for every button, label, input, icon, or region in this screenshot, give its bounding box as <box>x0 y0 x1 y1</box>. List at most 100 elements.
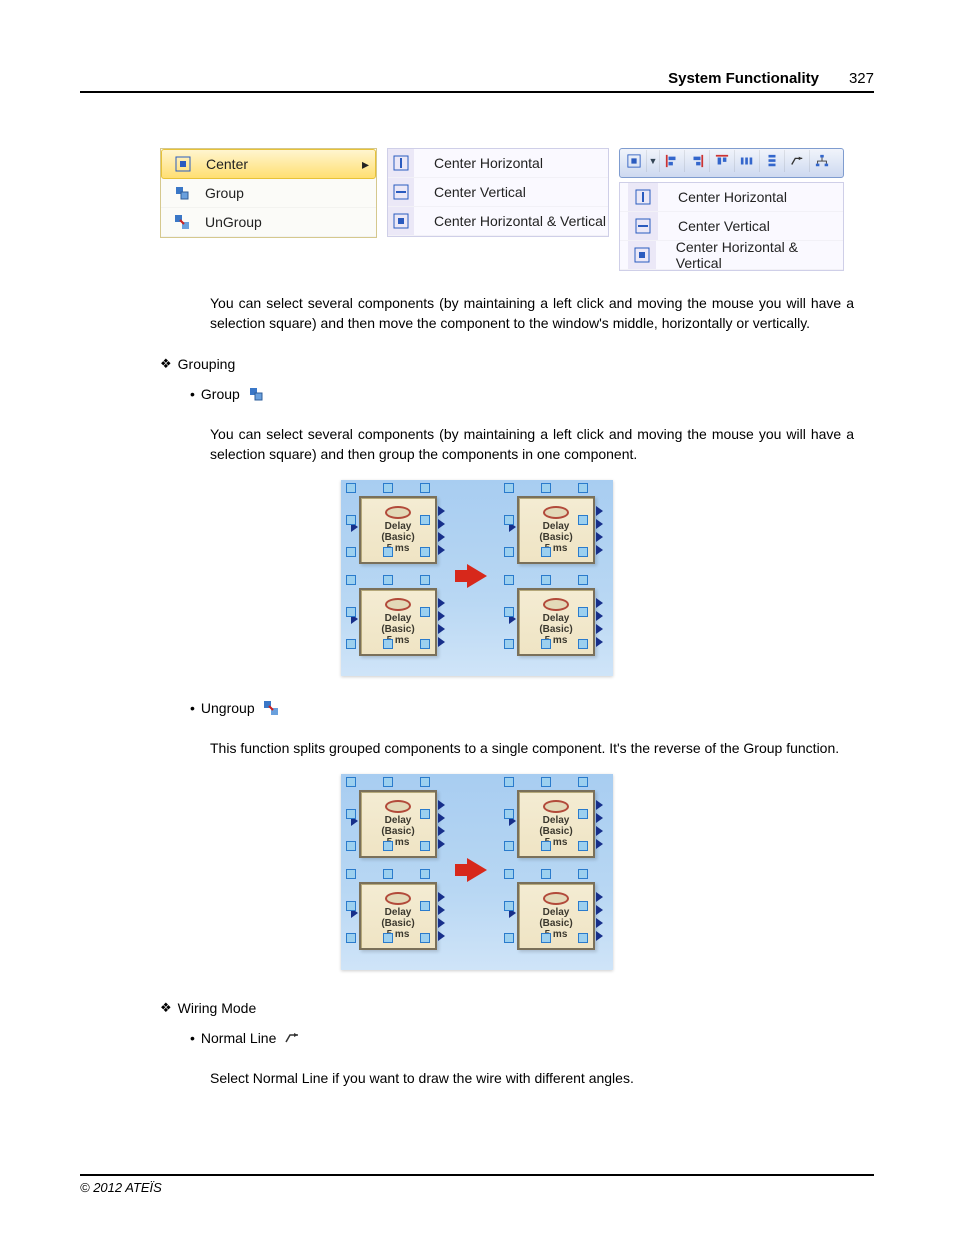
menu-item-ungroup[interactable]: UnGroup <box>161 208 376 237</box>
menu-item-label: Center Horizontal <box>668 189 787 205</box>
diagram-panel: Delay(Basic)5 msDelay(Basic)5 msDelay(Ba… <box>341 774 613 970</box>
node-text: (Basic) <box>381 624 414 635</box>
toolbar-distribute-v-button[interactable] <box>760 150 785 172</box>
menu-item-center[interactable]: Center ▸ <box>161 149 376 179</box>
context-menu-1: Center ▸ Group UnGroup <box>160 148 377 238</box>
menu-item-label: Center Vertical <box>668 218 770 234</box>
node-text: Delay <box>385 815 412 826</box>
menu-item-label: UnGroup <box>205 214 262 230</box>
menu-item-label: Center Horizontal <box>424 155 543 171</box>
menus-row: Center ▸ Group UnGroup <box>80 148 874 271</box>
heading-text: Grouping <box>178 356 236 372</box>
node-text: (Basic) <box>539 624 572 635</box>
menu-item-label: Group <box>205 185 244 201</box>
center-h-icon <box>393 155 409 171</box>
node-text: (Basic) <box>539 918 572 929</box>
node-text: Delay <box>385 521 412 532</box>
page-number: 327 <box>849 70 874 87</box>
context-menu-2: Center Horizontal Center Vertical Center… <box>387 148 609 237</box>
group-icon <box>174 185 190 201</box>
node-text: 5 ms <box>545 929 568 940</box>
node-text: (Basic) <box>539 532 572 543</box>
menu-item-center-vertical[interactable]: Center Vertical <box>620 212 843 241</box>
toolbar-align-top-button[interactable] <box>710 150 735 172</box>
ungroup-description: This function splits grouped components … <box>80 738 874 758</box>
delay-node: Delay(Basic)5 ms <box>517 496 595 564</box>
arrow-right-icon <box>467 564 487 588</box>
ungroup-icon <box>263 700 279 716</box>
page-footer: © 2012 ATEÏS <box>80 1174 874 1195</box>
context-menu-3: Center Horizontal Center Vertical Center… <box>619 182 844 271</box>
ungroup-diagram: Delay(Basic)5 msDelay(Basic)5 msDelay(Ba… <box>80 774 874 970</box>
toolbar-wiring-button[interactable] <box>785 150 810 172</box>
node-text: 5 ms <box>387 543 410 554</box>
center-both-icon <box>393 213 409 229</box>
toolbar-tree-button[interactable] <box>810 150 834 172</box>
group-description: You can select several components (by ma… <box>80 424 874 465</box>
node-text: (Basic) <box>381 826 414 837</box>
center-h-icon <box>635 189 651 205</box>
align-top-icon <box>715 154 729 168</box>
center-both-icon <box>634 247 650 263</box>
menu-item-label: Center Horizontal & Vertical <box>424 213 606 229</box>
node-text: Delay <box>543 521 570 532</box>
node-text: Delay <box>385 907 412 918</box>
bullet-label: Normal Line <box>190 1030 276 1046</box>
normal-line-bullet: Normal Line <box>80 1030 874 1046</box>
wiring-icon <box>790 154 804 168</box>
node-text: (Basic) <box>539 826 572 837</box>
toolbar-center-button[interactable] <box>622 150 647 172</box>
menu-item-center-horizontal[interactable]: Center Horizontal <box>620 183 843 212</box>
delay-node: Delay(Basic)5 ms <box>359 790 437 858</box>
node-text: Delay <box>543 613 570 624</box>
center-v-icon <box>635 218 651 234</box>
menu-item-label: Center Horizontal & Vertical <box>666 239 835 271</box>
node-text: 5 ms <box>545 837 568 848</box>
menu-item-group[interactable]: Group <box>161 179 376 208</box>
delay-node: Delay(Basic)5 ms <box>359 588 437 656</box>
toolbar-dropdown-button[interactable]: ▼ <box>647 150 660 172</box>
grouping-heading: ❖ Grouping <box>80 356 874 372</box>
delay-node: Delay(Basic)5 ms <box>517 790 595 858</box>
node-text: Delay <box>543 815 570 826</box>
wiring-heading: ❖ Wiring Mode <box>80 1000 874 1016</box>
node-text: Delay <box>385 613 412 624</box>
distribute-v-icon <box>765 154 779 168</box>
node-text: 5 ms <box>387 929 410 940</box>
node-text: 5 ms <box>545 543 568 554</box>
header-title: System Functionality <box>668 70 819 87</box>
node-text: (Basic) <box>381 918 414 929</box>
bullet-label: Group <box>190 386 240 402</box>
toolbar-align-right-button[interactable] <box>685 150 710 172</box>
toolbar-and-menu: ▼ Center Horizontal Center Vertical <box>619 148 844 271</box>
ungroup-bullet: Ungroup <box>80 700 874 716</box>
align-left-icon <box>665 154 679 168</box>
normal-line-description: Select Normal Line if you want to draw t… <box>80 1068 874 1088</box>
page: System Functionality 327 Center ▸ Group <box>0 0 954 1235</box>
menu-item-label: Center Vertical <box>424 184 526 200</box>
node-text: 5 ms <box>545 635 568 646</box>
delay-node: Delay(Basic)5 ms <box>359 496 437 564</box>
menu-item-center-vertical[interactable]: Center Vertical <box>388 178 608 207</box>
diagram-panel: Delay(Basic)5 msDelay(Basic)5 msDelay(Ba… <box>341 480 613 676</box>
menu-item-center-both[interactable]: Center Horizontal & Vertical <box>620 241 843 270</box>
chevron-down-icon: ▼ <box>649 156 658 166</box>
toolbar-distribute-h-button[interactable] <box>735 150 760 172</box>
distribute-h-icon <box>740 154 754 168</box>
diamond-bullet-icon: ❖ <box>160 1000 172 1016</box>
group-icon <box>248 386 264 402</box>
alignment-toolbar: ▼ <box>619 148 844 178</box>
group-bullet: Group <box>80 386 874 402</box>
ungroup-icon <box>174 214 190 230</box>
center-both-icon <box>627 154 641 168</box>
node-text: 5 ms <box>387 635 410 646</box>
toolbar-align-left-button[interactable] <box>660 150 685 172</box>
diamond-bullet-icon: ❖ <box>160 356 172 372</box>
bullet-label: Ungroup <box>190 700 255 716</box>
menu-item-center-horizontal[interactable]: Center Horizontal <box>388 149 608 178</box>
menu-item-center-both[interactable]: Center Horizontal & Vertical <box>388 207 608 236</box>
copyright-text: © 2012 ATEÏS <box>80 1180 162 1195</box>
delay-node: Delay(Basic)5 ms <box>517 882 595 950</box>
delay-node: Delay(Basic)5 ms <box>517 588 595 656</box>
menu-item-label: Center <box>206 156 248 172</box>
